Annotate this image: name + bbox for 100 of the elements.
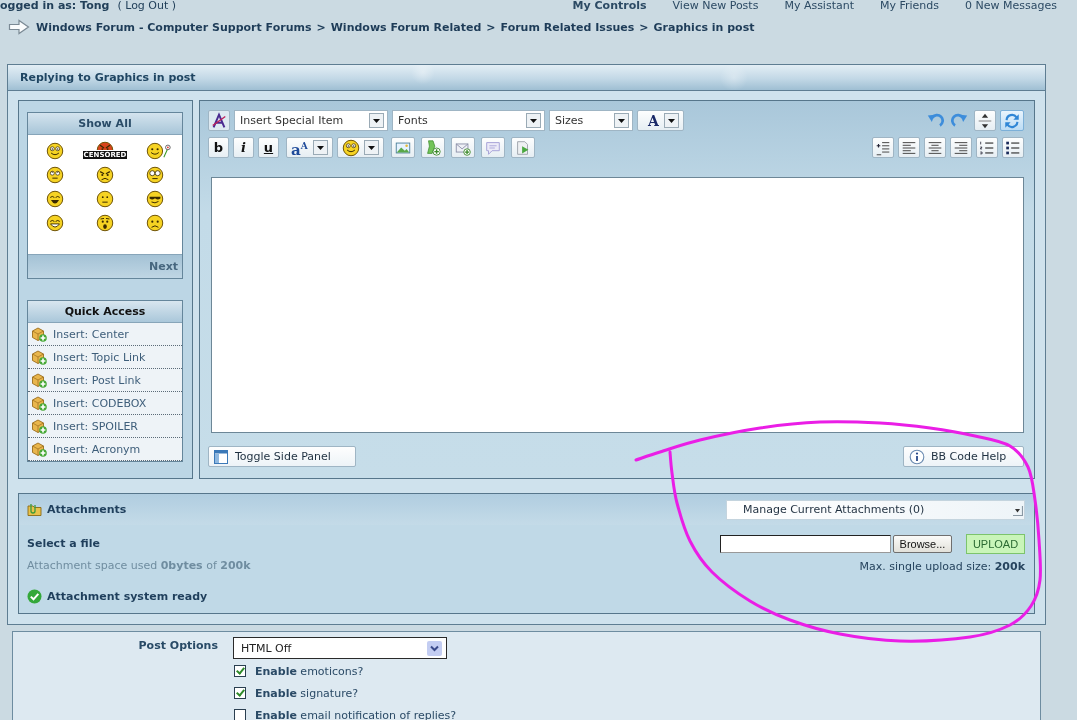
face-with-flower-icon[interactable] [146,142,171,160]
breadcrumb-link[interactable]: Windows Forum - Computer Support Forums [36,20,312,34]
unsure-face-icon[interactable] [96,190,114,208]
sad-face-icon[interactable] [146,214,164,232]
quick-access-label: Insert: CODEBOX [53,396,147,410]
breadcrumb-separator: > [486,20,496,34]
dropdown-value: Sizes [555,114,584,127]
font-size-button[interactable]: a$^{A}$ [286,137,333,158]
toggle-side-panel-button[interactable]: Toggle Side Panel [208,446,356,467]
checkbox[interactable] [234,665,246,677]
emoticon-button[interactable] [337,137,384,158]
smiling-face-icon[interactable] [46,142,64,160]
face-with-glasses-icon[interactable] [146,190,164,208]
grinning-face-icon[interactable] [46,214,64,232]
numbered-list-button[interactable] [976,137,998,158]
envelope-button[interactable] [451,137,475,158]
refresh-icon [1003,111,1021,130]
attachments-title: Attachments [47,503,127,516]
check-circle-icon [27,589,42,604]
breadcrumb-separator: > [316,20,326,34]
caret-icon [364,140,379,155]
manage-attachments-dropdown[interactable]: Manage Current Attachments (0) [726,499,1025,520]
text-color-letter: A [648,112,659,129]
box-plus-icon [31,372,47,388]
dropdown-value: Insert Special Item [240,114,344,127]
smiley-icon [342,138,360,157]
breadcrumb-link[interactable]: Graphics in post [653,20,755,34]
top-link[interactable]: My Friends [880,0,940,13]
quick-access-item[interactable]: Insert: Topic Link [28,346,182,369]
show-all-link[interactable]: Show All [28,113,182,135]
caret-icon [664,113,679,128]
manage-attachments-label: Manage Current Attachments (0) [743,503,925,516]
select-file-label: Select a file [27,537,101,551]
laughing-face-icon[interactable] [46,190,64,208]
log-out-link[interactable]: ( Log Out ) [117,0,177,13]
checkbox[interactable] [234,687,246,699]
figure-plus-icon [424,138,442,157]
quick-access-item[interactable]: Insert: Post Link [28,369,182,392]
html-mode-dropdown[interactable]: HTML Off [233,637,447,659]
chevron-down-icon [427,640,442,656]
rolling-eyes-face-icon[interactable] [46,166,64,184]
image-button[interactable] [391,137,415,158]
quick-access-item[interactable]: Insert: SPOILER [28,415,182,438]
align-left-button[interactable] [898,137,920,158]
top-link[interactable]: My Assistant [784,0,854,13]
struck-letter-icon [210,111,228,130]
quick-access-item[interactable]: Insert: Center [28,323,182,346]
italic-button[interactable]: i [233,137,254,158]
clear-formatting-button[interactable] [208,110,230,131]
indent-button[interactable] [872,137,894,158]
attachment-space-text: Attachment space used 0bytes of 200k [27,559,251,573]
caret-icon [526,113,541,128]
quick-access-label: Insert: Topic Link [53,350,146,364]
browse-button[interactable]: Browse... [893,535,952,553]
bulleted-list-button[interactable] [1002,137,1024,158]
quick-access-label: Insert: SPOILER [53,419,138,433]
text-color-button[interactable]: A [637,110,684,131]
box-plus-icon [31,349,47,365]
resize-button[interactable] [974,110,996,131]
font-size-letters: a$^{A}$ [291,139,308,157]
post-options-label: Post Options [137,638,218,654]
quick-access-item[interactable]: Insert: Acronym [28,438,182,461]
logged-in-user: ogged in as: Tong [0,0,110,13]
breadcrumb-separator: > [639,20,649,34]
size-dropdown[interactable]: Sizes [549,110,633,131]
breadcrumb-link[interactable]: Forum Related Issues [500,20,635,34]
top-link[interactable]: View New Posts [672,0,759,13]
checkbox-label: Enable signature? [255,686,359,700]
font-dropdown[interactable]: Fonts [392,110,545,131]
toggle-side-panel-label: Toggle Side Panel [235,450,331,463]
wide-eyed-face-icon[interactable] [146,166,164,184]
quick-access-label: Insert: Acronym [53,442,141,456]
media-button[interactable] [511,137,535,158]
breadcrumb-link[interactable]: Windows Forum Related [330,20,482,34]
quick-access-label: Insert: Post Link [53,373,141,387]
quick-access-header: Quick Access [28,301,182,323]
box-plus-icon [31,441,47,457]
align-right-button[interactable] [950,137,972,158]
underline-button[interactable]: u [258,137,279,158]
checkbox-label: Enable email notification of replies? [255,708,457,720]
dropdown-value: Fonts [398,114,428,127]
bold-button[interactable]: b [208,137,229,158]
upload-button[interactable]: UPLOAD [966,534,1025,554]
next-link[interactable]: Next [28,254,182,278]
bb-code-help-button[interactable]: BB Code Help [903,446,1024,467]
top-link[interactable]: My Controls [572,0,647,13]
top-link[interactable]: 0 New Messages [965,0,1057,13]
box-plus-icon [31,418,47,434]
align-center-button[interactable] [924,137,946,158]
resize-icon [976,111,994,130]
quick-access-item[interactable]: Insert: CODEBOX [28,392,182,415]
file-path-field[interactable] [720,535,891,553]
special-item-dropdown[interactable]: Insert Special Item [234,110,388,131]
checkbox[interactable] [234,709,246,720]
bb-code-help-label: BB Code Help [931,450,1007,463]
angry-face-icon[interactable] [96,166,114,184]
form-title: Replying to Graphics in post [20,71,196,84]
checkbox-label: Enable emoticons? [255,664,364,678]
insert-button[interactable] [421,137,445,158]
shocked-face-icon[interactable] [96,214,114,232]
